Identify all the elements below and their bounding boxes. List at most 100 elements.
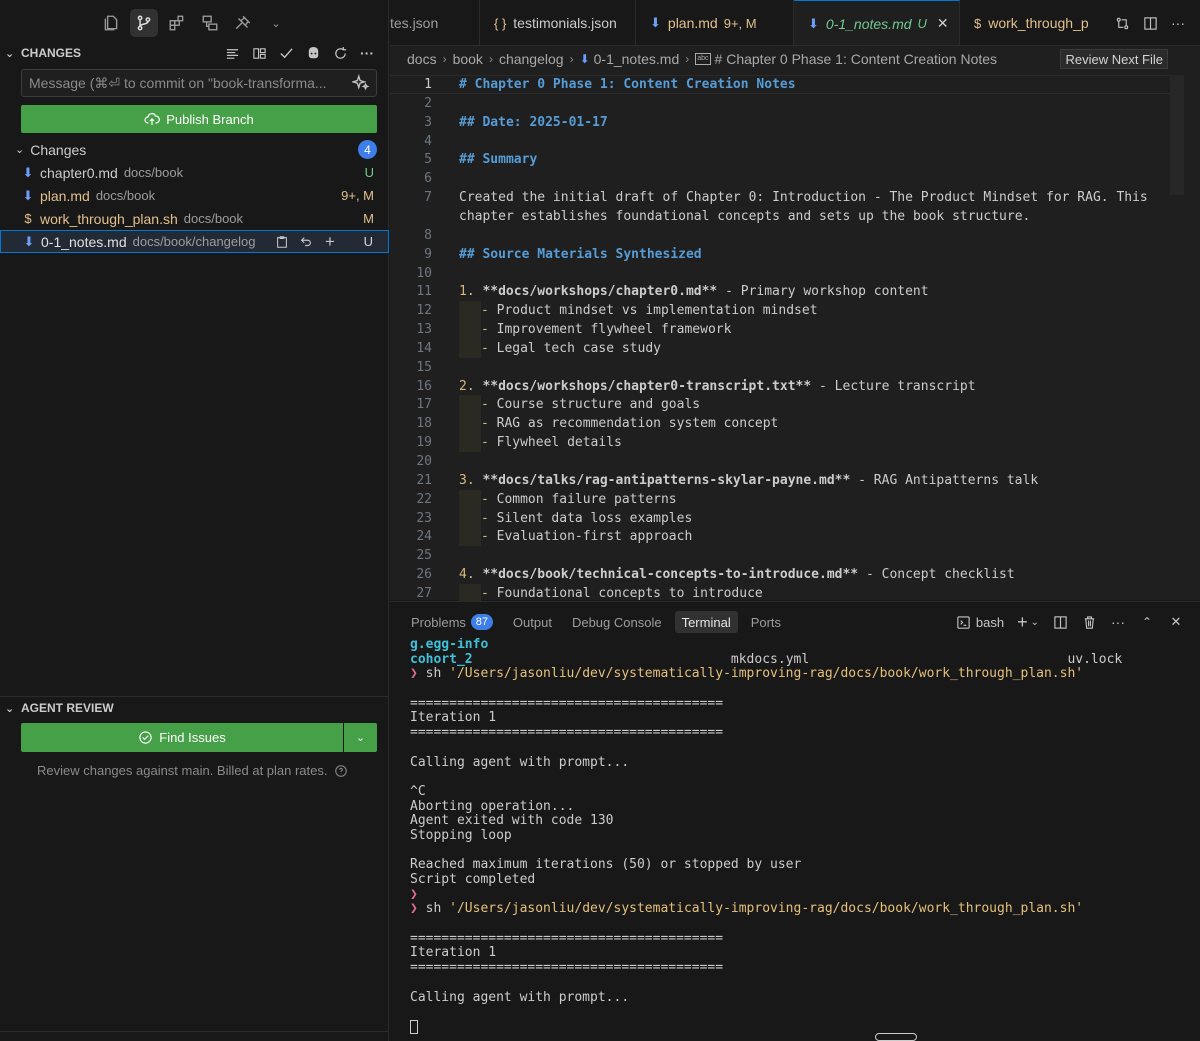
changes-section-header[interactable]: ⌄ CHANGES ··· (0, 42, 389, 64)
line-number: 18 (416, 416, 432, 432)
indent-guide (459, 508, 481, 528)
line-number: 14 (416, 340, 432, 356)
markdown-bullet: - Flywheel details (481, 435, 622, 450)
changed-file-row[interactable]: ⬇ chapter0.md docs/book U (0, 161, 389, 184)
terminal-output[interactable]: g.egg-info cohort_2 mkdocs.yml uv.lock ❯… (410, 638, 1190, 1038)
breadcrumb-item[interactable]: 0-1_notes.md (594, 51, 680, 67)
editor-tab[interactable]: $ work_through_p (960, 0, 1110, 45)
terminal-command-line: ❯ sh '/Users/jasonliu/dev/systematically… (410, 902, 1190, 917)
markdown-heading: ## Date: 2025-01-17 (459, 114, 608, 130)
code-line: 10 (390, 264, 1170, 283)
breadcrumb-item[interactable]: # Chapter 0 Phase 1: Content Creation No… (715, 51, 998, 67)
tab-problems[interactable]: Problems 87 (404, 611, 500, 633)
editor-tab[interactable]: tes.json (390, 0, 480, 45)
file-dir: docs/book (183, 211, 244, 226)
open-file-icon[interactable] (274, 234, 290, 250)
more-actions-icon[interactable]: ··· (1170, 15, 1186, 31)
changed-file-row[interactable]: ⬇ plan.md docs/book 9+, M (0, 184, 389, 207)
commit-message-input[interactable] (21, 69, 377, 97)
publish-branch-button[interactable]: Publish Branch (21, 105, 377, 133)
markdown-file-icon: ⬇ (23, 233, 35, 249)
line-number: 25 (416, 548, 432, 564)
chevron-down-icon[interactable]: ⌄ (1031, 617, 1039, 628)
list-text: **docs/workshops/chapter0.md** - Primary… (482, 284, 929, 300)
close-icon[interactable]: ✕ (937, 15, 949, 32)
bullet-text: Flywheel details (496, 435, 622, 451)
sparkle-icon[interactable] (350, 74, 370, 92)
breadcrumb-item[interactable]: book (453, 51, 483, 67)
tab-label: testimonials.json (513, 15, 617, 31)
breadcrumb-item[interactable]: docs (407, 51, 437, 67)
source-control-icon[interactable] (130, 9, 158, 37)
find-issues-dropdown[interactable]: ⌄ (344, 723, 377, 752)
markdown-bullet: - Evaluation-first approach (481, 529, 692, 544)
chevron-right-icon: › (569, 52, 574, 66)
changed-file-row-selected[interactable]: ⬇ 0-1_notes.md docs/book/changelog + U (0, 230, 389, 253)
copilot-icon[interactable] (305, 45, 321, 61)
breadcrumb-item[interactable]: changelog (499, 51, 564, 67)
terminal-selector[interactable]: bash (956, 615, 1004, 630)
review-note: Review changes against main. Billed at p… (37, 763, 348, 778)
extensions-icon[interactable] (163, 9, 191, 37)
view-as-tree-icon[interactable] (224, 45, 240, 61)
markdown-bullet: - Silent data loss examples (481, 511, 692, 526)
line-number: 2 (424, 95, 432, 111)
stage-changes-icon[interactable]: + (322, 232, 338, 251)
list-number: 3. (459, 472, 475, 488)
tab-label: Ports (750, 614, 782, 630)
breadcrumb: docs › book › changelog › ⬇ 0-1_notes.md… (407, 49, 997, 69)
panel-tabs: Problems 87 Output Debug Console Termina… (404, 611, 788, 633)
commit-check-icon[interactable] (278, 45, 294, 61)
indent-guide (459, 489, 481, 509)
line-number: 15 (416, 359, 432, 375)
tab-modified: U (917, 16, 927, 31)
close-icon[interactable]: ✕ (1168, 614, 1184, 630)
markdown-bullet: - Course structure and goals (481, 397, 700, 412)
bullet-dash: - (481, 303, 489, 319)
bullet-text: Common failure patterns (496, 491, 677, 507)
bullet-text: Foundational concepts to introduce (496, 585, 763, 601)
remote-explorer-icon[interactable] (196, 9, 224, 37)
editor-tab-active[interactable]: ⬇ 0-1_notes.md U ✕ (794, 0, 960, 45)
tab-debug-console[interactable]: Debug Console (565, 611, 669, 633)
terminal-line: Calling agent with prompt... (410, 755, 630, 770)
help-icon[interactable] (334, 764, 348, 778)
explorer-icon[interactable] (97, 9, 125, 37)
terminal-blank (410, 741, 1190, 756)
line-number: 26 (416, 567, 432, 583)
layout-icon[interactable] (251, 45, 267, 61)
prompt-symbol: ❯ (410, 887, 418, 902)
editor-scrollbar[interactable] (1170, 75, 1184, 195)
review-next-file-button[interactable]: Review Next File (1060, 49, 1168, 69)
more-actions-icon[interactable]: ··· (1110, 614, 1126, 630)
bottom-panel: Problems 87 Output Debug Console Termina… (390, 601, 1200, 1041)
run-debug-icon[interactable] (229, 9, 257, 37)
changes-group-row[interactable]: ⌄ Changes 4 (0, 138, 389, 161)
code-editor[interactable]: 1 # Chapter 0 Phase 1: Content Creation N… (390, 75, 1170, 603)
trash-icon[interactable] (1081, 614, 1097, 630)
tab-terminal[interactable]: Terminal (674, 611, 738, 633)
maximize-panel-icon[interactable]: ⌃ (1139, 614, 1155, 630)
refresh-icon[interactable] (332, 45, 348, 61)
markdown-heading: # Chapter 0 Phase 1: Content Creation No… (459, 77, 796, 92)
compare-changes-icon[interactable] (1114, 15, 1130, 31)
more-actions-icon[interactable]: ··· (359, 45, 375, 61)
tab-output[interactable]: Output (506, 611, 559, 633)
split-terminal-icon[interactable] (1052, 614, 1068, 630)
markdown-file-icon: ⬇ (22, 164, 34, 180)
discard-changes-icon[interactable] (298, 234, 314, 250)
split-editor-icon[interactable] (1142, 15, 1158, 31)
editor-tab[interactable]: { } testimonials.json (480, 0, 636, 45)
tab-ports[interactable]: Ports (744, 611, 788, 633)
agent-review-section-header[interactable]: ⌄ AGENT REVIEW (0, 697, 389, 719)
changed-file-row[interactable]: $ work_through_plan.sh docs/book M (0, 207, 389, 230)
terminal-scrollbar[interactable] (875, 1033, 917, 1041)
chevron-down-icon[interactable]: ⌄ (262, 9, 290, 37)
terminal-line: Script completed (410, 873, 536, 887)
check-circle-icon (139, 731, 152, 744)
line-number: 4 (424, 133, 432, 149)
new-terminal-icon[interactable]: + ⌄ (1017, 612, 1039, 632)
bullet-dash: - (481, 529, 489, 545)
find-issues-button[interactable]: Find Issues (21, 723, 343, 752)
editor-tab[interactable]: ⬇ plan.md 9+, M (636, 0, 794, 45)
